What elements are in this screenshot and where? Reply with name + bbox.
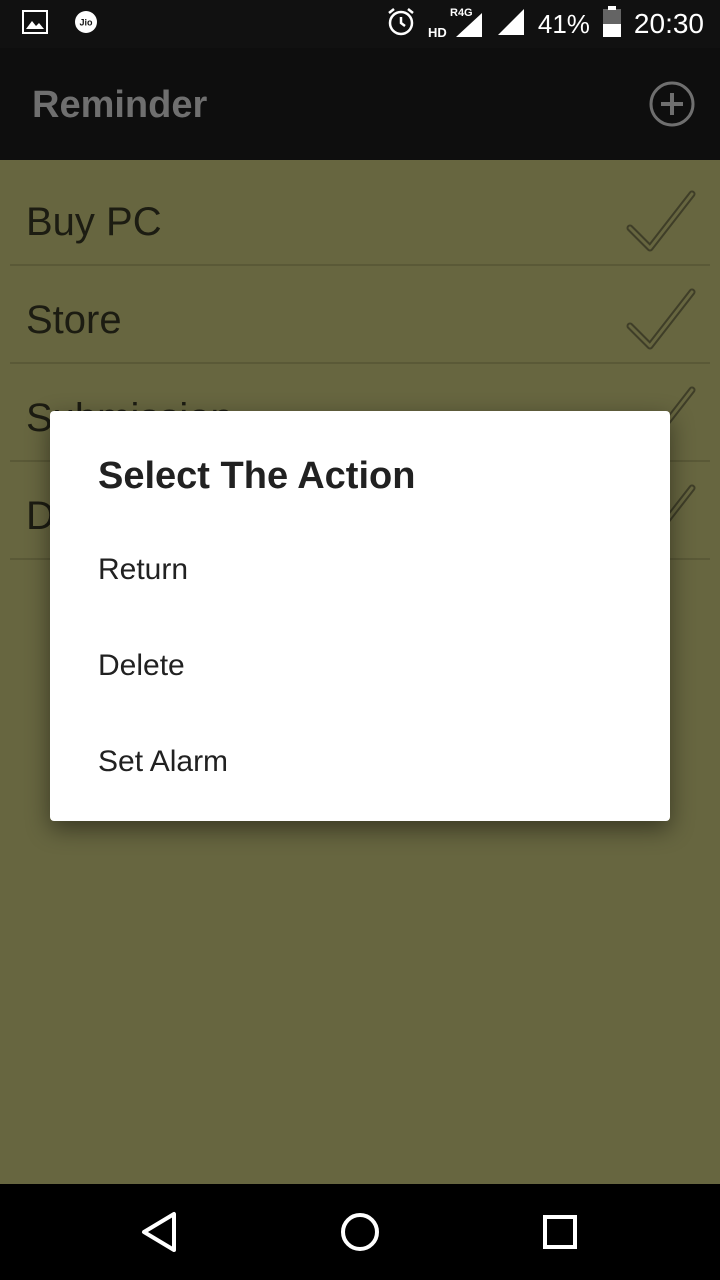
return-option[interactable]: Return	[50, 519, 670, 615]
recents-button[interactable]	[536, 1208, 584, 1256]
set-alarm-option[interactable]: Set Alarm	[50, 711, 670, 807]
back-button[interactable]	[136, 1208, 184, 1256]
home-button[interactable]	[336, 1208, 384, 1256]
set-alarm-option-label: Set Alarm	[98, 745, 229, 778]
recents-icon	[543, 1215, 577, 1249]
return-option-label: Return	[98, 553, 189, 586]
delete-option-label: Delete	[98, 649, 185, 682]
home-icon	[341, 1213, 379, 1251]
dialog-title: Select The Action	[98, 455, 416, 497]
delete-option[interactable]: Delete	[50, 615, 670, 711]
navigation-bar	[0, 1184, 720, 1280]
action-dialog: Select The Action Return Delete Set Alar…	[50, 411, 670, 821]
back-icon	[142, 1212, 176, 1252]
